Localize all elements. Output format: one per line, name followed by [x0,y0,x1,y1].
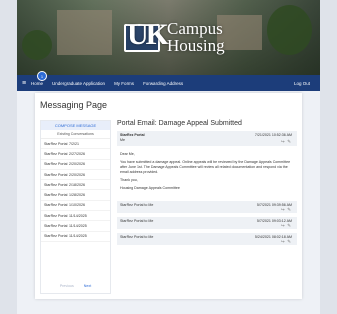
nav-home[interactable]: Home [31,81,43,86]
logout-link[interactable]: Log Out [294,81,310,86]
conversation-item[interactable]: StarRez Portal 2/20/2026 [41,160,110,170]
message-date: 7/21/2021 10:52:36 AM [254,133,292,137]
message-header: StarRez Portal Me 7/21/2021 10:52:36 AM … [117,131,297,146]
thread-item[interactable]: StarRez Portal to Me 5/24/2021 08:02:18 … [117,233,297,245]
next-button[interactable]: Next [84,284,91,288]
conversation-item[interactable]: StarRez Portal 2/27/2026 [41,149,110,160]
message-text: You have submitted a damage appeal. Onli… [120,160,291,174]
conversation-item[interactable]: StarRez Portal 2/18/2026 [41,180,110,191]
message-body: Dear Me, You have submitted a damage app… [117,146,297,191]
message-actions: ↪ ✎ [281,139,291,145]
conversation-list: StarRez Portal 7/2/21 StarRez Portal 2/27/… [41,139,110,242]
message-greeting: Dear Me, [120,152,135,156]
edit-icon[interactable]: ✎ [287,239,291,244]
message-from: StarRez Portal [120,133,145,137]
page-frame: UK Campus Housing ≡ 1 Home Undergraduate… [17,0,320,314]
conversation-item[interactable]: StarRez Portal 1/28/2026 [41,190,110,201]
notification-badge[interactable]: 1 [37,71,47,81]
message-view: Portal Email: Damage Appeal Submitted St… [117,120,297,245]
reply-icon[interactable]: ↪ [281,207,285,212]
top-nav: ≡ 1 Home Undergraduate Application My Fo… [17,71,320,91]
reply-icon[interactable]: ↪ [281,223,285,228]
campus-banner: UK Campus Housing [17,0,320,75]
conversation-item[interactable]: StarRez Portal 7/2/21 [41,139,110,150]
conversation-item[interactable]: StarRez Portal 2/20/2026 [41,170,110,181]
existing-conversations-header: Existing Conversations [41,130,110,139]
thread-item[interactable]: StarRez Portal to Me 5/7/2021 09:39:56 A… [117,201,297,213]
compose-message-button[interactable]: COMPOSE MESSAGE [41,121,110,130]
edit-icon[interactable]: ✎ [287,223,291,228]
site-title: Campus Housing [167,19,225,55]
page-title: Messaging Page [40,100,108,110]
hamburger-menu-icon[interactable]: ≡ [17,80,31,87]
nav-undergraduate-application[interactable]: Undergraduate Application [52,81,105,86]
message-title: Portal Email: Damage Appeal Submitted [117,120,242,127]
pagination: Previous Next [41,284,110,288]
edit-icon[interactable]: ✎ [287,139,291,144]
conversation-panel: COMPOSE MESSAGE Existing Conversations S… [40,120,111,294]
uk-logo: UK [122,19,169,52]
messaging-card: Messaging Page COMPOSE MESSAGE Existing … [35,93,302,299]
reply-icon[interactable]: ↪ [281,239,285,244]
nav-forwarding-address[interactable]: Forwarding Address [143,81,183,86]
reply-icon[interactable]: ↪ [281,139,285,144]
conversation-item[interactable]: StarRez Portal 11/14/2025 [41,211,110,222]
edit-icon[interactable]: ✎ [287,207,291,212]
message-to: Me [120,138,125,142]
conversation-item[interactable]: StarRez Portal 11/14/2025 [41,232,110,242]
conversation-item[interactable]: StarRez Portal 11/14/2025 [41,221,110,232]
nav-my-forms[interactable]: My Forms [114,81,134,86]
message-thanks: Thank you, [120,178,138,182]
message-signature: Housing Damage Appeals Committee [120,186,180,190]
conversation-item[interactable]: StarRez Portal 1/10/2026 [41,201,110,212]
previous-button[interactable]: Previous [60,284,74,288]
thread-item[interactable]: StarRez Portal to Me 5/7/2021 09:03:12 A… [117,217,297,229]
